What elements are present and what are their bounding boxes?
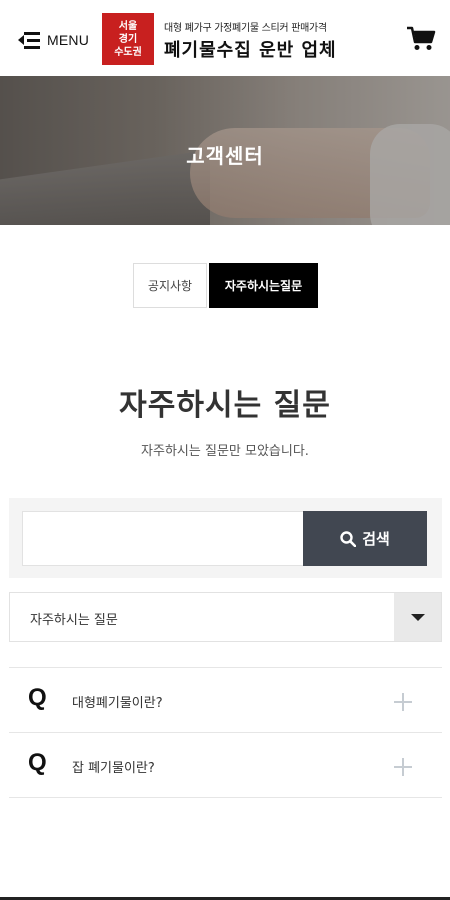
tab-notice[interactable]: 공지사항 [133,263,207,308]
plus-icon[interactable] [394,693,412,711]
dropdown-toggle[interactable] [394,593,441,641]
plus-icon[interactable] [394,758,412,776]
faq-q-marker: Q [28,684,47,711]
region-badge-line: 경기 [118,33,138,45]
hero-banner: 고객센터 [0,76,450,225]
menu-button[interactable]: MENU [18,28,89,52]
menu-label: MENU [47,32,90,48]
region-badge: 서울 경기 수도권 [102,13,154,65]
region-badge-line: 수도권 [114,46,142,58]
faq-question: 잡 폐기물이란? [72,761,155,776]
search-button-label: 검색 [362,530,390,548]
search-button[interactable]: 검색 [303,511,427,566]
page-title: 자주하시는 질문 [119,388,331,423]
chevron-down-icon [410,613,425,621]
hamburger-menu-icon [18,31,40,49]
tab-faq[interactable]: 자주하시는질문 [209,263,318,308]
faq-item[interactable]: Q 잡 폐기물이란? [9,733,442,798]
site-header: MENU 서울 경기 수도권 대형 폐가구 가정폐기물 스티커 판매가격 폐기물… [0,0,450,76]
category-select-value: 자주하시는 질문 [30,613,118,628]
faq-question: 대형폐기물이란? [72,696,163,711]
faq-item[interactable]: Q 대형폐기물이란? [9,668,442,733]
search-icon [340,530,357,547]
hero-title: 고객센터 [186,144,264,168]
category-select[interactable]: 자주하시는 질문 [9,592,442,642]
shopping-cart-icon[interactable] [406,26,436,52]
search-bar: 검색 [9,498,442,578]
board-tabs: 공지사항 자주하시는질문 [133,263,318,308]
faq-list: Q 대형폐기물이란? Q 잡 폐기물이란? [9,667,442,798]
company-name-link[interactable]: 폐기물수집 운반 업체 [164,36,337,62]
header-tagline: 대형 폐가구 가정폐기물 스티커 판매가격 [164,23,327,34]
faq-q-marker: Q [28,749,47,776]
page-description: 자주하시는 질문만 모았습니다. [141,444,309,459]
region-badge-line: 서울 [118,20,138,32]
search-input[interactable] [22,511,304,566]
